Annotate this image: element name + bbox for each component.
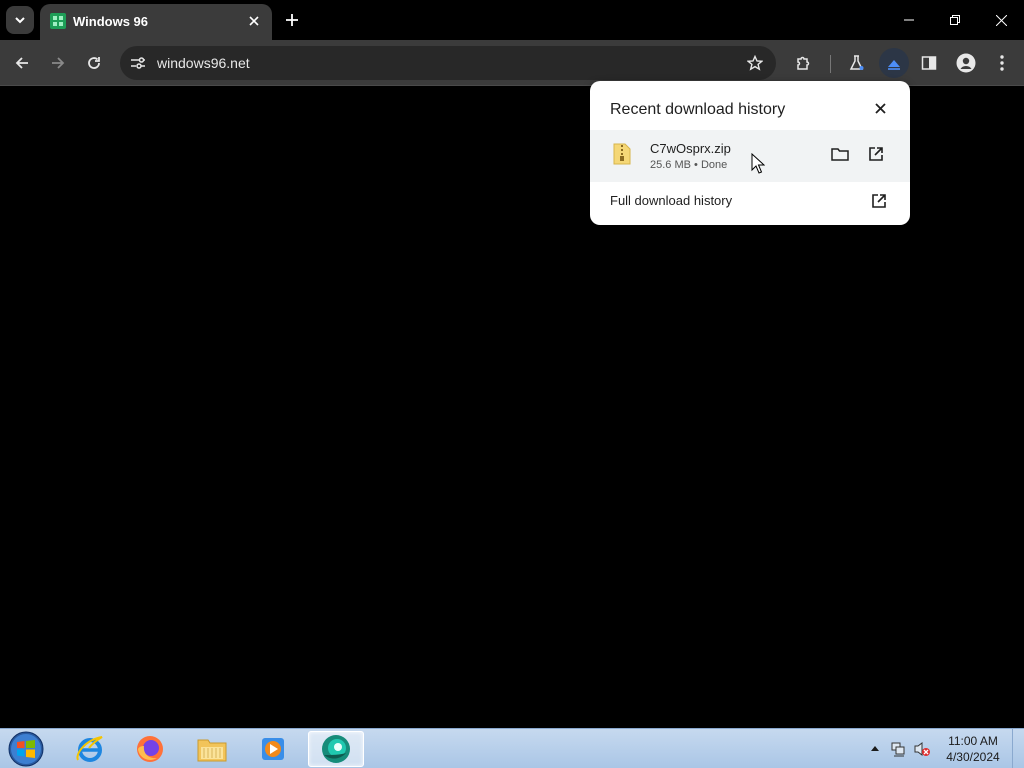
profile-icon xyxy=(956,53,976,73)
labs-button[interactable] xyxy=(842,48,872,78)
taskbar-firefox[interactable] xyxy=(122,731,178,767)
firefox-icon xyxy=(137,736,163,762)
back-icon xyxy=(15,57,28,69)
side-panel-button[interactable] xyxy=(914,48,944,78)
minimize-button[interactable] xyxy=(886,0,932,40)
new-tab-button[interactable] xyxy=(280,8,304,32)
download-filename: C7wOsprx.zip xyxy=(650,141,731,156)
taskbar-media-player[interactable] xyxy=(245,731,301,767)
close-icon xyxy=(249,16,259,26)
taskbar-chrome-app[interactable] xyxy=(308,731,364,767)
close-icon xyxy=(874,102,886,114)
close-icon xyxy=(995,14,1007,26)
full-download-history-link[interactable]: Full download history xyxy=(590,182,910,218)
reload-icon xyxy=(88,57,100,69)
downloads-button[interactable] xyxy=(879,48,909,78)
chevron-down-icon xyxy=(15,17,25,24)
tab-close-button[interactable] xyxy=(244,11,264,31)
clock-time: 11:00 AM xyxy=(948,734,998,748)
tab-title: Windows 96 xyxy=(73,14,149,29)
profile-button[interactable] xyxy=(951,48,981,78)
download-status: Done xyxy=(700,159,728,171)
back-button[interactable] xyxy=(7,48,37,78)
address-bar[interactable]: windows96.net xyxy=(120,46,776,80)
forward-icon xyxy=(52,57,65,69)
system-clock[interactable]: 11:00 AM 4/30/2024 xyxy=(940,733,1006,765)
media-player-icon xyxy=(262,738,284,760)
network-icon xyxy=(891,742,905,757)
show-in-folder-button[interactable] xyxy=(828,142,852,166)
internet-explorer-icon xyxy=(76,736,103,762)
plus-icon xyxy=(286,14,298,26)
url-text: windows96.net xyxy=(157,55,250,71)
browser-tab[interactable]: Windows 96 xyxy=(40,4,272,40)
close-window-button[interactable] xyxy=(978,0,1024,40)
minimize-icon xyxy=(904,19,914,21)
download-history-popup: Recent download history C7wOsprx.zip 25.… xyxy=(590,81,910,225)
side-panel-icon xyxy=(921,56,937,70)
site-info-button[interactable] xyxy=(128,53,148,73)
popup-title: Recent download history xyxy=(610,101,786,118)
browser-toolbar: windows96.net xyxy=(0,40,1024,86)
extensions-button[interactable] xyxy=(789,48,819,78)
restore-icon xyxy=(950,15,960,25)
tab-strip: Windows 96 xyxy=(0,0,1024,40)
open-in-new-icon xyxy=(869,147,883,161)
volume-muted-icon xyxy=(914,742,930,756)
chevron-up-icon xyxy=(871,746,879,751)
open-download-button[interactable] xyxy=(864,142,888,166)
screen: Windows 96 windows96.net Recent download… xyxy=(0,0,1024,768)
tab-search-button[interactable] xyxy=(6,6,34,34)
windows-start-icon xyxy=(8,731,44,767)
meta-separator: • xyxy=(694,159,698,171)
labs-icon xyxy=(849,55,864,70)
downloads-icon xyxy=(888,60,900,70)
clock-date: 4/30/2024 xyxy=(946,750,1000,764)
show-hidden-icons-button[interactable] xyxy=(868,741,882,755)
forward-button[interactable] xyxy=(43,48,73,78)
menu-button[interactable] xyxy=(987,48,1017,78)
windows96-favicon-icon xyxy=(50,13,66,29)
extensions-icon xyxy=(797,56,810,70)
open-in-new-icon xyxy=(868,190,890,212)
taskbar-file-explorer[interactable] xyxy=(184,731,240,767)
menu-icon xyxy=(1000,55,1004,71)
popup-close-button[interactable] xyxy=(870,98,890,118)
start-button[interactable] xyxy=(6,731,46,767)
tray-volume[interactable] xyxy=(913,740,931,758)
show-desktop-button[interactable] xyxy=(1012,729,1024,768)
reload-button[interactable] xyxy=(79,48,109,78)
folder-icon xyxy=(831,148,849,161)
file-explorer-icon xyxy=(197,739,227,762)
toolbar-separator xyxy=(830,55,831,73)
taskbar-internet-explorer[interactable] xyxy=(62,731,118,767)
mouse-cursor-icon xyxy=(751,153,765,174)
zip-file-icon xyxy=(613,143,631,165)
bookmark-button[interactable] xyxy=(744,52,766,74)
download-item[interactable]: C7wOsprx.zip 25.6 MB • Done xyxy=(590,130,910,182)
restore-button[interactable] xyxy=(932,0,978,40)
chrome-app-icon xyxy=(322,735,350,763)
taskbar: 11:00 AM 4/30/2024 xyxy=(0,728,1024,768)
download-meta: 25.6 MB • Done xyxy=(650,159,727,171)
bookmark-star-icon xyxy=(747,55,763,71)
site-info-icon xyxy=(131,57,145,69)
tray-network[interactable] xyxy=(889,740,907,758)
download-size: 25.6 MB xyxy=(650,159,691,171)
full-history-label: Full download history xyxy=(610,193,733,208)
